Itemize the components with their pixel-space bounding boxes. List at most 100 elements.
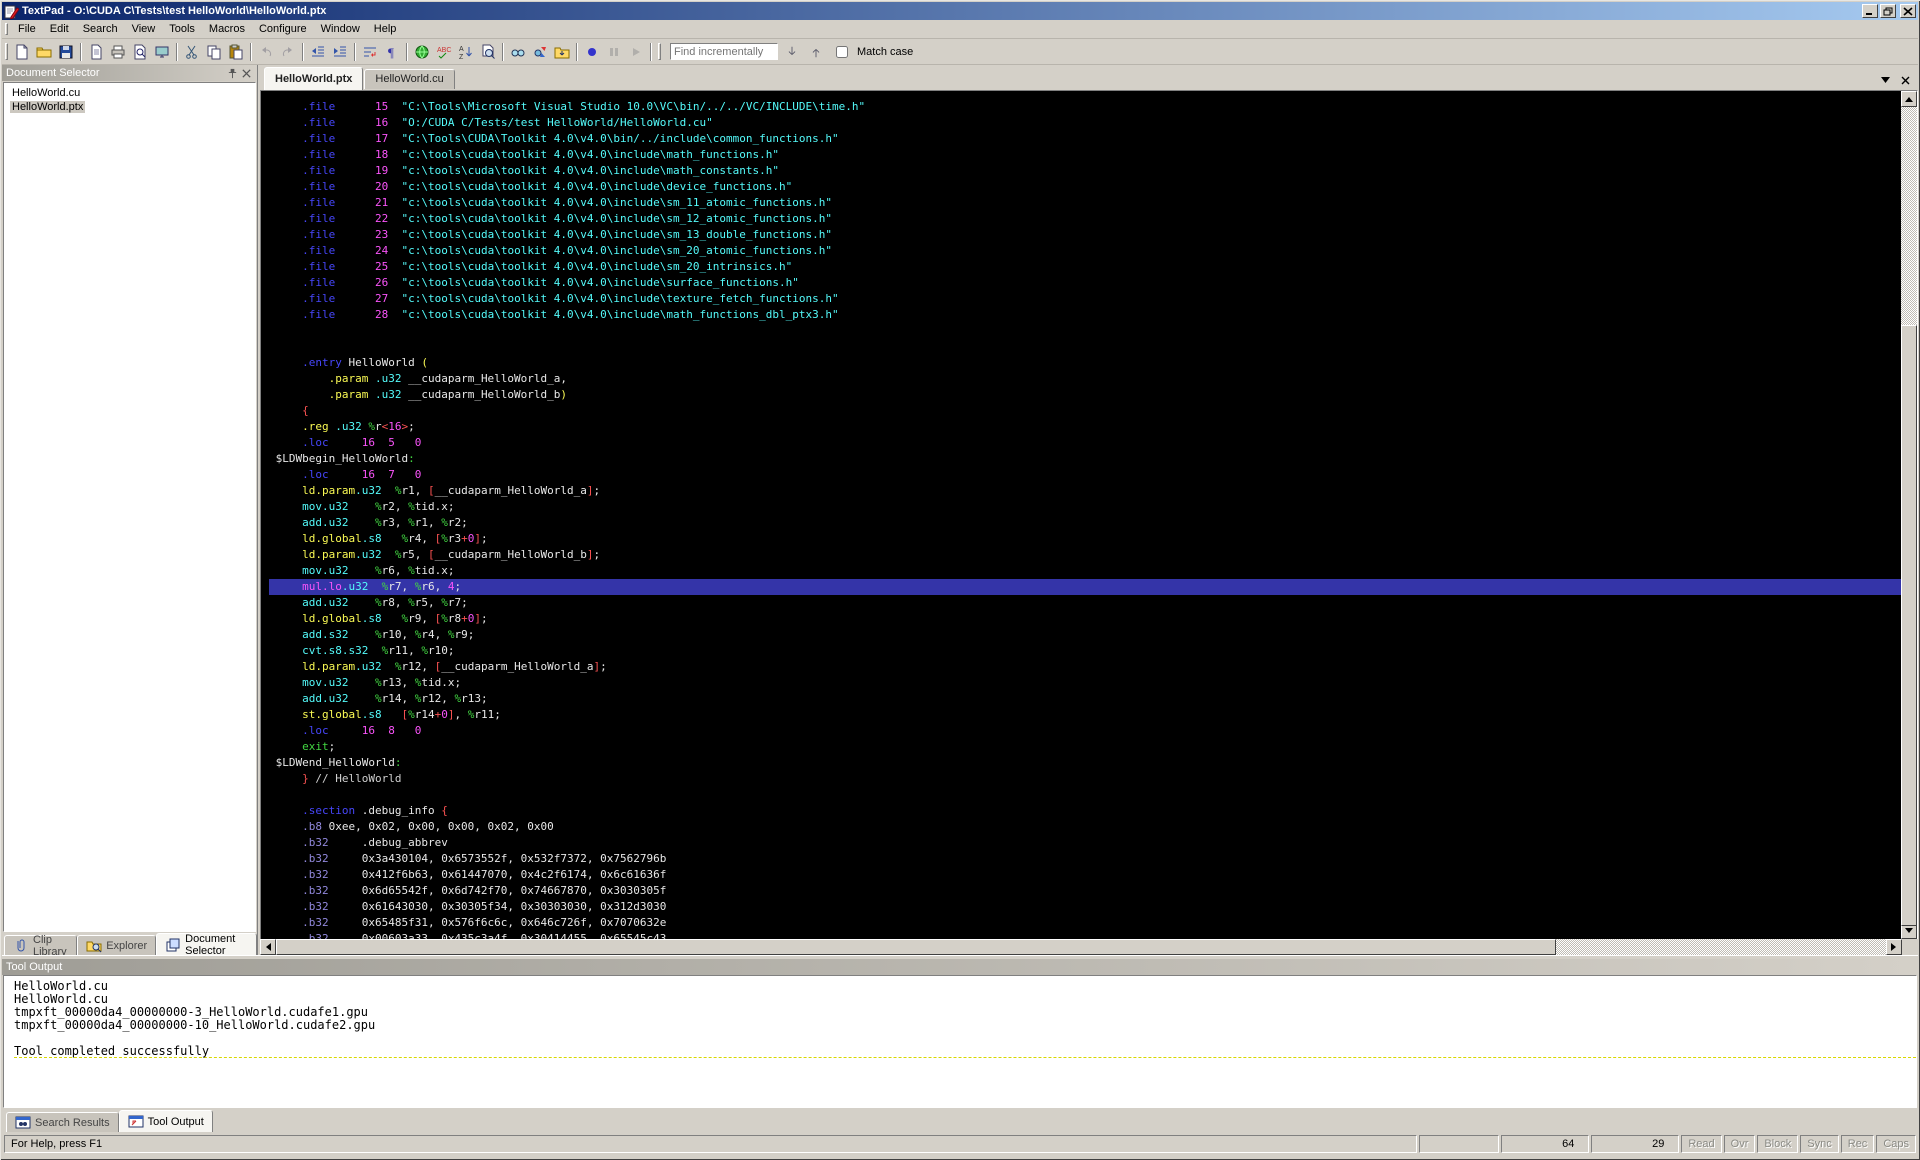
word-wrap-icon[interactable] bbox=[359, 41, 381, 63]
menubar-gripper[interactable] bbox=[5, 22, 8, 36]
code-line[interactable]: ld.param.u32 %r1, [__cudaparm_HelloWorld… bbox=[269, 483, 1901, 499]
open-workspace-icon[interactable] bbox=[551, 41, 573, 63]
close-panel-icon[interactable] bbox=[239, 67, 253, 80]
code-line[interactable]: ld.global.s8 %r4, [%r3+0]; bbox=[269, 531, 1901, 547]
code-line[interactable]: exit; bbox=[269, 739, 1901, 755]
code-line[interactable]: .b32 0x65485f31, 0x576f6c6c, 0x646c726f,… bbox=[269, 915, 1901, 931]
open-file-icon[interactable] bbox=[33, 41, 55, 63]
find-previous-up-icon[interactable] bbox=[806, 42, 826, 62]
cut-icon[interactable] bbox=[181, 41, 203, 63]
play-macro-icon[interactable] bbox=[625, 41, 647, 63]
show-formatting-icon[interactable]: ¶ bbox=[381, 41, 403, 63]
code-line[interactable]: mov.u32 %r13, %tid.x; bbox=[269, 675, 1901, 691]
panel-tab-document-selector[interactable]: Document Selector bbox=[156, 933, 257, 957]
code-line[interactable]: .section .debug_info { bbox=[269, 803, 1901, 819]
horizontal-scrollbar-thumb[interactable] bbox=[276, 939, 1556, 955]
scroll-up-icon[interactable] bbox=[1901, 91, 1917, 107]
editor-tab-helloworld.cu[interactable]: HelloWorld.cu bbox=[364, 68, 455, 89]
menu-configure[interactable]: Configure bbox=[252, 21, 314, 37]
code-line[interactable]: cvt.s8.s32 %r11, %r10; bbox=[269, 643, 1901, 659]
code-line[interactable]: .b32 .debug_abbrev bbox=[269, 835, 1901, 851]
findbar-gripper[interactable] bbox=[658, 42, 661, 61]
code-line[interactable]: add.u32 %r3, %r1, %r2; bbox=[269, 515, 1901, 531]
code-line[interactable]: .file 18 "c:\tools\cuda\toolkit 4.0\v4.0… bbox=[269, 147, 1901, 163]
view-in-browser-icon[interactable] bbox=[151, 41, 173, 63]
code-line[interactable]: .file 27 "c:\tools\cuda\toolkit 4.0\v4.0… bbox=[269, 291, 1901, 307]
tab-list-dropdown-icon[interactable] bbox=[1878, 74, 1892, 86]
code-line[interactable]: .file 22 "c:\tools\cuda\toolkit 4.0\v4.0… bbox=[269, 211, 1901, 227]
code-line[interactable]: .file 26 "c:\tools\cuda\toolkit 4.0\v4.0… bbox=[269, 275, 1901, 291]
menu-window[interactable]: Window bbox=[314, 21, 367, 37]
new-document-icon[interactable] bbox=[11, 41, 33, 63]
code-line[interactable]: $LDWbegin_HelloWorld: bbox=[269, 451, 1901, 467]
editor-tab-helloworld.ptx[interactable]: HelloWorld.ptx bbox=[264, 67, 364, 90]
undo-icon[interactable] bbox=[255, 41, 277, 63]
print-preview-icon[interactable] bbox=[129, 41, 151, 63]
print-icon[interactable] bbox=[107, 41, 129, 63]
redo-icon[interactable] bbox=[277, 41, 299, 63]
replace-icon[interactable] bbox=[529, 41, 551, 63]
code-line[interactable]: mov.u32 %r2, %tid.x; bbox=[269, 499, 1901, 515]
unindent-icon[interactable] bbox=[307, 41, 329, 63]
code-line[interactable]: .loc 16 7 0 bbox=[269, 467, 1901, 483]
scroll-left-icon[interactable] bbox=[260, 939, 276, 955]
code-line[interactable]: add.u32 %r14, %r12, %r13; bbox=[269, 691, 1901, 707]
panel-tab-clip-library[interactable]: Clip Library bbox=[4, 934, 78, 958]
code-line[interactable]: .b32 0x00603a33, 0x435c3a4f, 0x30414455,… bbox=[269, 931, 1901, 939]
menu-view[interactable]: View bbox=[125, 21, 163, 37]
code-line[interactable]: add.s32 %r10, %r4, %r9; bbox=[269, 627, 1901, 643]
scroll-right-icon[interactable] bbox=[1886, 939, 1902, 955]
panel-tab-explorer[interactable]: Explorer bbox=[77, 935, 157, 955]
spell-check-globe-icon[interactable] bbox=[411, 41, 433, 63]
code-line[interactable]: add.u32 %r8, %r5, %r7; bbox=[269, 595, 1901, 611]
tool-output-content[interactable]: HelloWorld.cu HelloWorld.cu tmpxft_00000da… bbox=[3, 975, 1917, 1108]
code-line[interactable]: .param .u32 __cudaparm_HelloWorld_b) bbox=[269, 387, 1901, 403]
document-properties-icon[interactable] bbox=[85, 41, 107, 63]
code-line[interactable]: .b32 0x412f6b63, 0x61447070, 0x4c2f6174,… bbox=[269, 867, 1901, 883]
code-line[interactable]: .entry HelloWorld ( bbox=[269, 355, 1901, 371]
code-line[interactable]: .reg .u32 %r<16>; bbox=[269, 419, 1901, 435]
code-line[interactable]: ld.param.u32 %r12, [__cudaparm_HelloWorl… bbox=[269, 659, 1901, 675]
document-item[interactable]: HelloWorld.ptx bbox=[4, 100, 255, 114]
code-line[interactable]: .file 21 "c:\tools\cuda\toolkit 4.0\v4.0… bbox=[269, 195, 1901, 211]
code-line[interactable] bbox=[269, 787, 1901, 803]
menu-edit[interactable]: Edit bbox=[43, 21, 76, 37]
code-line[interactable]: .file 25 "c:\tools\cuda\toolkit 4.0\v4.0… bbox=[269, 259, 1901, 275]
menu-search[interactable]: Search bbox=[76, 21, 125, 37]
menu-tools[interactable]: Tools bbox=[162, 21, 202, 37]
document-item[interactable]: HelloWorld.cu bbox=[4, 86, 255, 100]
selected-code-line[interactable]: mul.lo.u32 %r7, %r6, 4; bbox=[269, 579, 1901, 595]
pin-icon[interactable] bbox=[225, 67, 239, 80]
code-editor[interactable]: .file 15 "C:\Tools\Microsoft Visual Stud… bbox=[261, 91, 1901, 939]
spell-check-icon[interactable]: ABC bbox=[433, 41, 455, 63]
close-tab-icon[interactable] bbox=[1898, 74, 1912, 86]
code-line[interactable]: .file 23 "c:\tools\cuda\toolkit 4.0\v4.0… bbox=[269, 227, 1901, 243]
code-line[interactable] bbox=[269, 339, 1901, 355]
output-tab-tool-output[interactable]: Tool Output bbox=[118, 1110, 213, 1132]
code-line[interactable]: .file 19 "c:\tools\cuda\toolkit 4.0\v4.0… bbox=[269, 163, 1901, 179]
view-document-icon[interactable] bbox=[507, 41, 529, 63]
code-line[interactable]: } // HelloWorld bbox=[269, 771, 1901, 787]
code-line[interactable]: .file 24 "c:\tools\cuda\toolkit 4.0\v4.0… bbox=[269, 243, 1901, 259]
vertical-scrollbar-track[interactable] bbox=[1901, 107, 1917, 926]
code-line[interactable]: st.global.s8 [%r14+0], %r11; bbox=[269, 707, 1901, 723]
vertical-scrollbar[interactable] bbox=[1901, 91, 1917, 939]
find-in-files-icon[interactable] bbox=[477, 41, 499, 63]
paste-icon[interactable] bbox=[225, 41, 247, 63]
code-line[interactable]: .file 17 "C:\Tools\CUDA\Toolkit 4.0\v4.0… bbox=[269, 131, 1901, 147]
minimize-button[interactable] bbox=[1862, 4, 1878, 18]
code-line[interactable]: .loc 16 5 0 bbox=[269, 435, 1901, 451]
pause-macro-icon[interactable] bbox=[603, 41, 625, 63]
code-line[interactable]: { bbox=[269, 403, 1901, 419]
horizontal-scrollbar-track[interactable] bbox=[276, 939, 1886, 955]
menu-file[interactable]: File bbox=[11, 21, 43, 37]
code-line[interactable]: .file 20 "c:\tools\cuda\toolkit 4.0\v4.0… bbox=[269, 179, 1901, 195]
horizontal-scrollbar[interactable] bbox=[260, 939, 1918, 955]
code-line[interactable]: $LDWend_HelloWorld: bbox=[269, 755, 1901, 771]
code-line[interactable]: .b8 0xee, 0x02, 0x00, 0x00, 0x02, 0x00 bbox=[269, 819, 1901, 835]
code-line[interactable]: .b32 0x6d65542f, 0x6d742f70, 0x74667870,… bbox=[269, 883, 1901, 899]
vertical-scrollbar-thumb[interactable] bbox=[1901, 325, 1917, 926]
record-macro-icon[interactable] bbox=[581, 41, 603, 63]
indent-icon[interactable] bbox=[329, 41, 351, 63]
close-button[interactable] bbox=[1900, 4, 1916, 18]
